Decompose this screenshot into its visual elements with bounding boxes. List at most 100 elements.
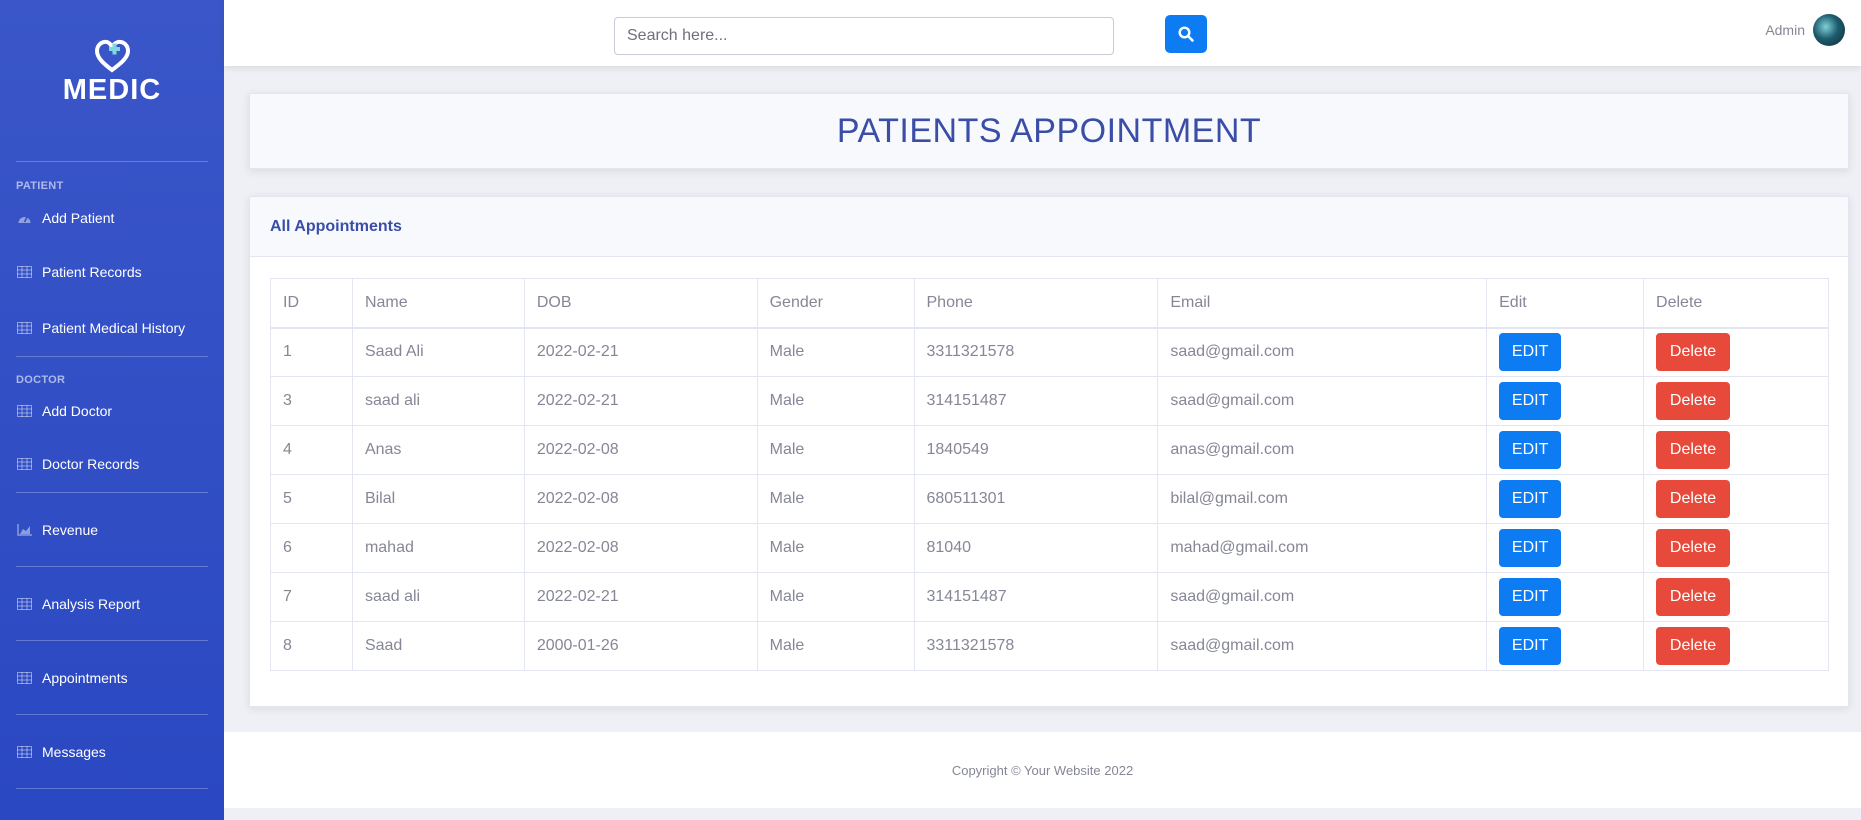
table-icon <box>17 745 32 758</box>
page-title: PATIENTS APPOINTMENT <box>836 111 1262 150</box>
column-header: Phone <box>913 278 1159 329</box>
delete-button[interactable]: Delete <box>1656 480 1731 518</box>
cell-dob: 2022-02-08 <box>523 523 758 573</box>
edit-button[interactable]: EDIT <box>1499 382 1562 420</box>
edit-button[interactable]: EDIT <box>1499 627 1562 665</box>
appointments-card: All Appointments ID Name DOB Gender Phon… <box>249 196 1849 707</box>
sidebar-item-label: Doctor Records <box>42 456 140 472</box>
cell-delete: Delete <box>1643 572 1829 622</box>
delete-button[interactable]: Delete <box>1656 333 1731 372</box>
cell-id: 4 <box>270 425 353 475</box>
delete-button[interactable]: Delete <box>1656 529 1731 567</box>
table-row: 1 Saad Ali 2022-02-21 Male 3311321578 sa… <box>270 327 1829 377</box>
cell-id: 3 <box>270 376 353 426</box>
cell-email: anas@gmail.com <box>1157 425 1488 475</box>
cell-edit: EDIT <box>1486 425 1645 475</box>
sidebar-item-revenue[interactable]: Revenue <box>0 493 224 566</box>
cell-gender: Male <box>756 523 915 573</box>
cell-delete: Delete <box>1643 376 1829 426</box>
cell-dob: 2022-02-08 <box>523 425 758 475</box>
cell-delete: Delete <box>1643 474 1829 524</box>
column-header: DOB <box>523 278 758 329</box>
table-icon <box>17 266 32 278</box>
cell-delete: Delete <box>1643 621 1829 671</box>
brand[interactable]: MEDIC <box>0 0 224 161</box>
cell-dob: 2022-02-21 <box>523 376 758 426</box>
sidebar-item-appointments[interactable]: Appointments <box>0 641 224 714</box>
edit-button[interactable]: EDIT <box>1499 578 1562 616</box>
chart-area-icon <box>17 523 32 536</box>
sidebar-item-analysis-report[interactable]: Analysis Report <box>0 567 224 640</box>
column-header: Delete <box>1643 278 1829 329</box>
cell-id: 8 <box>270 621 353 671</box>
table-row: 5 Bilal 2022-02-08 Male 680511301 bilal@… <box>270 474 1829 524</box>
cell-name: Saad <box>351 621 525 671</box>
cell-name: saad ali <box>351 572 525 622</box>
sidebar-item-label: Add Patient <box>42 210 115 226</box>
user-menu[interactable]: Admin <box>1765 14 1845 46</box>
cell-edit: EDIT <box>1486 572 1645 622</box>
cell-id: 6 <box>270 523 353 573</box>
avatar <box>1813 14 1845 46</box>
edit-button[interactable]: EDIT <box>1499 431 1562 469</box>
cell-id: 5 <box>270 474 353 524</box>
table-row: 4 Anas 2022-02-08 Male 1840549 anas@gmai… <box>270 425 1829 475</box>
cell-gender: Male <box>756 621 915 671</box>
table-row: 6 mahad 2022-02-08 Male 81040 mahad@gmai… <box>270 523 1829 573</box>
cell-phone: 3311321578 <box>913 621 1159 671</box>
topbar: Admin <box>224 0 1861 66</box>
cell-gender: Male <box>756 425 915 475</box>
delete-button[interactable]: Delete <box>1656 578 1731 616</box>
sidebar-item-patient-records[interactable]: Patient Records <box>0 244 224 300</box>
sidebar-item-label: Messages <box>42 743 106 760</box>
cell-name: saad ali <box>351 376 525 426</box>
delete-button[interactable]: Delete <box>1656 431 1731 469</box>
appointments-table: ID Name DOB Gender Phone Email Edit Dele… <box>270 278 1829 671</box>
cell-edit: EDIT <box>1486 523 1645 573</box>
edit-button[interactable]: EDIT <box>1499 529 1562 567</box>
sidebar-item-patient-medical-history[interactable]: Patient Medical History <box>0 300 224 356</box>
sidebar-heading-patient: PATIENT <box>16 180 64 192</box>
cell-delete: Delete <box>1643 425 1829 475</box>
cell-edit: EDIT <box>1486 621 1645 671</box>
cell-delete: Delete <box>1643 327 1829 377</box>
table-header-row: ID Name DOB Gender Phone Email Edit Dele… <box>270 278 1829 329</box>
cell-phone: 3311321578 <box>913 327 1159 377</box>
card-title: All Appointments <box>270 217 402 235</box>
cell-dob: 2000-01-26 <box>523 621 758 671</box>
sidebar-item-label: Revenue <box>42 521 99 538</box>
sidebar-item-messages[interactable]: Messages <box>0 715 224 788</box>
table-icon <box>17 458 32 470</box>
sidebar-item-add-patient[interactable]: Add Patient <box>0 192 224 244</box>
delete-button[interactable]: Delete <box>1656 382 1731 420</box>
cell-name: mahad <box>351 523 525 573</box>
cell-email: saad@gmail.com <box>1157 376 1488 426</box>
sidebar-item-doctor-records[interactable]: Doctor Records <box>0 436 224 492</box>
search-input[interactable] <box>614 17 1114 55</box>
cell-edit: EDIT <box>1486 376 1645 426</box>
footer: Copyright © Your Website 2022 <box>224 732 1861 808</box>
cell-dob: 2022-02-08 <box>523 474 758 524</box>
table-icon <box>17 322 32 334</box>
cell-email: bilal@gmail.com <box>1157 474 1488 524</box>
delete-button[interactable]: Delete <box>1656 627 1731 665</box>
cell-dob: 2022-02-21 <box>523 327 758 377</box>
cell-id: 7 <box>270 572 353 622</box>
edit-button[interactable]: EDIT <box>1499 480 1562 518</box>
cell-phone: 81040 <box>913 523 1159 573</box>
cell-phone: 680511301 <box>913 474 1159 524</box>
table-row: 8 Saad 2000-01-26 Male 3311321578 saad@g… <box>270 621 1829 671</box>
edit-button[interactable]: EDIT <box>1499 333 1562 372</box>
card-header: All Appointments <box>250 197 1848 257</box>
table-row: 7 saad ali 2022-02-21 Male 314151487 saa… <box>270 572 1829 622</box>
gauge-icon <box>17 212 32 224</box>
sidebar-item-add-doctor[interactable]: Add Doctor <box>0 386 224 436</box>
cell-email: saad@gmail.com <box>1157 572 1488 622</box>
sidebar-item-label: Add Doctor <box>42 403 113 419</box>
cell-gender: Male <box>756 327 915 377</box>
cell-email: mahad@gmail.com <box>1157 523 1488 573</box>
search-button[interactable] <box>1165 15 1207 53</box>
cell-dob: 2022-02-21 <box>523 572 758 622</box>
sidebar-item-label: Analysis Report <box>42 595 141 612</box>
column-header: Edit <box>1486 278 1645 329</box>
